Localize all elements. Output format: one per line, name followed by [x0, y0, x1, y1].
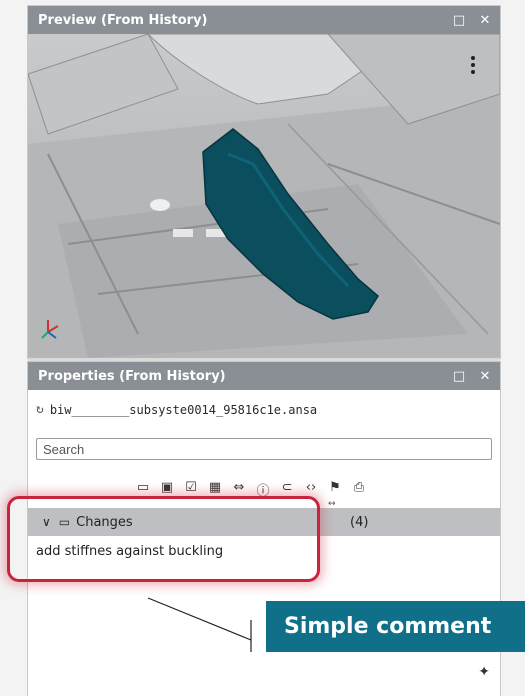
annotation-callout: Simple comment	[266, 601, 525, 652]
car-body-model	[28, 34, 500, 358]
annotation-highlight	[7, 496, 320, 582]
close-icon[interactable]: ✕	[474, 9, 496, 31]
preview-title: Preview (From History)	[38, 12, 208, 28]
more-options-icon[interactable]	[470, 56, 476, 76]
search-placeholder: Search	[43, 441, 85, 457]
file-row: ↻ biw________subsyste0014_95816c1e.ansa	[36, 402, 317, 417]
maximize-icon[interactable]: □	[448, 9, 470, 31]
properties-title: Properties (From History)	[38, 368, 226, 384]
maximize-icon[interactable]: □	[448, 365, 470, 387]
changes-count: (4)	[350, 514, 369, 530]
close-icon[interactable]: ✕	[474, 365, 496, 387]
flag-icon[interactable]: ⚑	[328, 480, 342, 499]
app-window: Preview (From History) □ ✕ Properties (F…	[0, 0, 525, 696]
callout-text: Simple comment	[284, 614, 492, 639]
preview-panel: Preview (From History) □ ✕	[28, 6, 500, 364]
preview-titlebar: Preview (From History) □ ✕	[28, 6, 500, 34]
sparkle-icon[interactable]: ✦	[478, 664, 490, 680]
file-name: biw________subsyste0014_95816c1e.ansa	[49, 402, 318, 417]
print-icon[interactable]: ⎙	[352, 480, 366, 499]
refresh-icon[interactable]: ↻	[36, 402, 44, 417]
properties-titlebar: Properties (From History) □ ✕	[28, 362, 500, 390]
search-input[interactable]: Search	[36, 438, 492, 460]
3d-viewport[interactable]	[28, 34, 500, 358]
